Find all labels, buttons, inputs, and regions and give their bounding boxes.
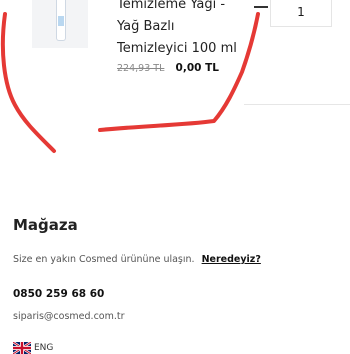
language-selector[interactable]: ENG bbox=[13, 342, 53, 354]
language-label: ENG bbox=[34, 343, 54, 353]
store-location-link[interactable]: Neredeyiz? bbox=[202, 254, 261, 265]
store-title: Mağaza bbox=[13, 216, 78, 234]
phone-number[interactable]: 0850 259 68 60 bbox=[13, 288, 104, 300]
store-description: Size en yakın Cosmed ürününe ulaşın. bbox=[13, 254, 195, 265]
red-scribble-annotation bbox=[0, 12, 260, 153]
uk-flag-icon bbox=[13, 342, 31, 354]
store-text: Size en yakın Cosmed ürününe ulaşın. Ner… bbox=[13, 254, 261, 265]
email-address[interactable]: siparis@cosmed.com.tr bbox=[13, 311, 125, 322]
